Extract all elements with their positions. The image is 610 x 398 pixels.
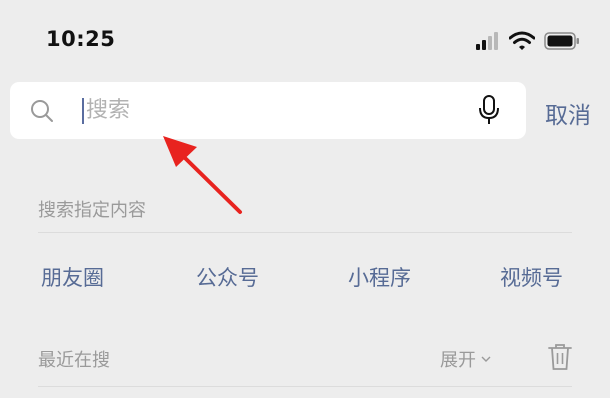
category-official-accounts[interactable]: 公众号 (196, 262, 259, 292)
mic-icon[interactable] (478, 95, 500, 125)
search-input[interactable] (86, 91, 466, 129)
section-title: 搜索指定内容 (38, 200, 146, 221)
text-caret (82, 98, 84, 124)
category-row: 朋友圈 公众号 小程序 视频号 (0, 262, 610, 292)
search-icon (31, 100, 53, 122)
signal-icon (476, 32, 498, 50)
divider (38, 386, 572, 387)
battery-icon (544, 32, 579, 50)
category-moments[interactable]: 朋友圈 (41, 262, 104, 292)
category-mini-programs[interactable]: 小程序 (348, 262, 411, 292)
search-bar[interactable] (10, 82, 526, 139)
status-icons (476, 30, 580, 52)
cancel-button[interactable]: 取消 (545, 96, 591, 130)
wifi-icon (509, 31, 535, 50)
status-time: 10:25 (46, 27, 116, 51)
recent-searches-title: 最近在搜 (38, 350, 110, 371)
expand-button[interactable]: 展开 (440, 346, 491, 372)
category-channels[interactable]: 视频号 (500, 262, 563, 292)
status-bar: 10:25 (0, 0, 610, 80)
divider (38, 232, 572, 233)
expand-label: 展开 (440, 350, 476, 371)
chevron-down-icon (481, 356, 491, 362)
trash-icon[interactable] (548, 343, 572, 371)
